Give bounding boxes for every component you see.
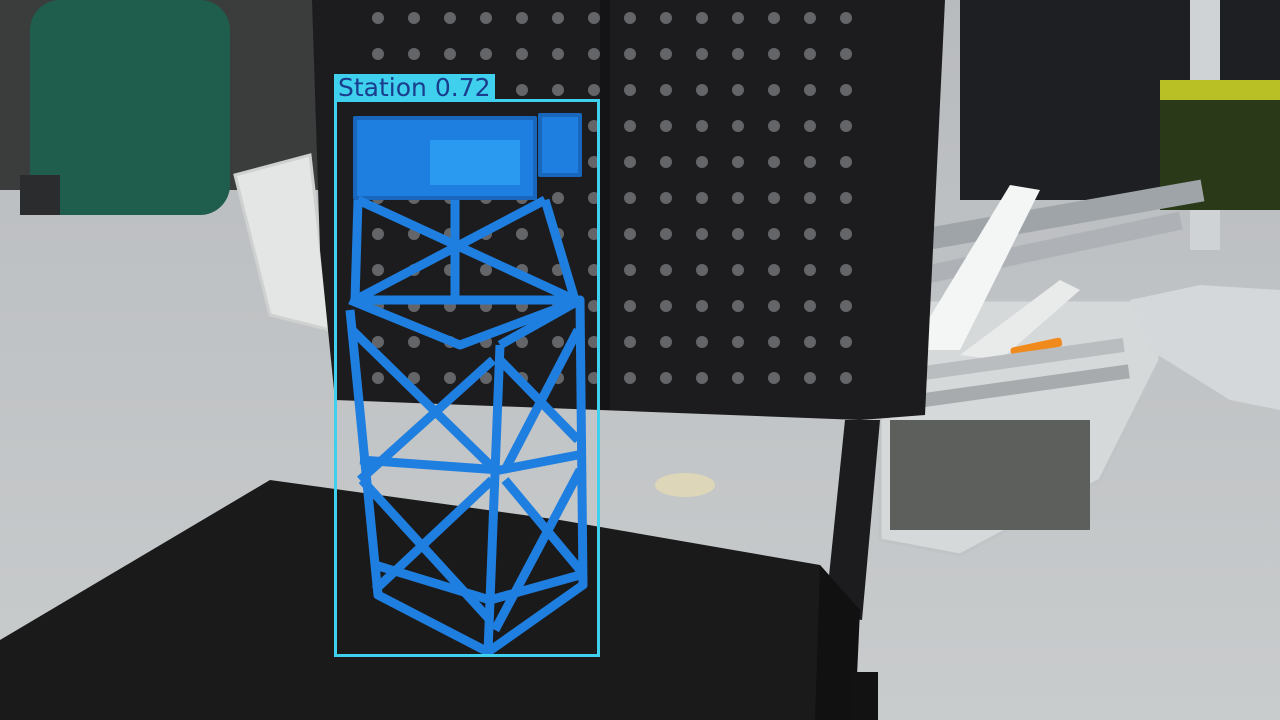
- detection-class: Station: [338, 73, 427, 102]
- cable-bundle: [20, 175, 60, 215]
- box-contents: [890, 420, 1090, 530]
- detection-bounding-box: [334, 99, 600, 657]
- detection-label: Station 0.72: [334, 74, 495, 102]
- yellow-bin-edge: [1160, 80, 1280, 100]
- tape-roll: [655, 473, 715, 497]
- detection-confidence: 0.72: [434, 73, 491, 102]
- photo-scene: [0, 0, 1280, 720]
- chair-leg: [850, 672, 878, 720]
